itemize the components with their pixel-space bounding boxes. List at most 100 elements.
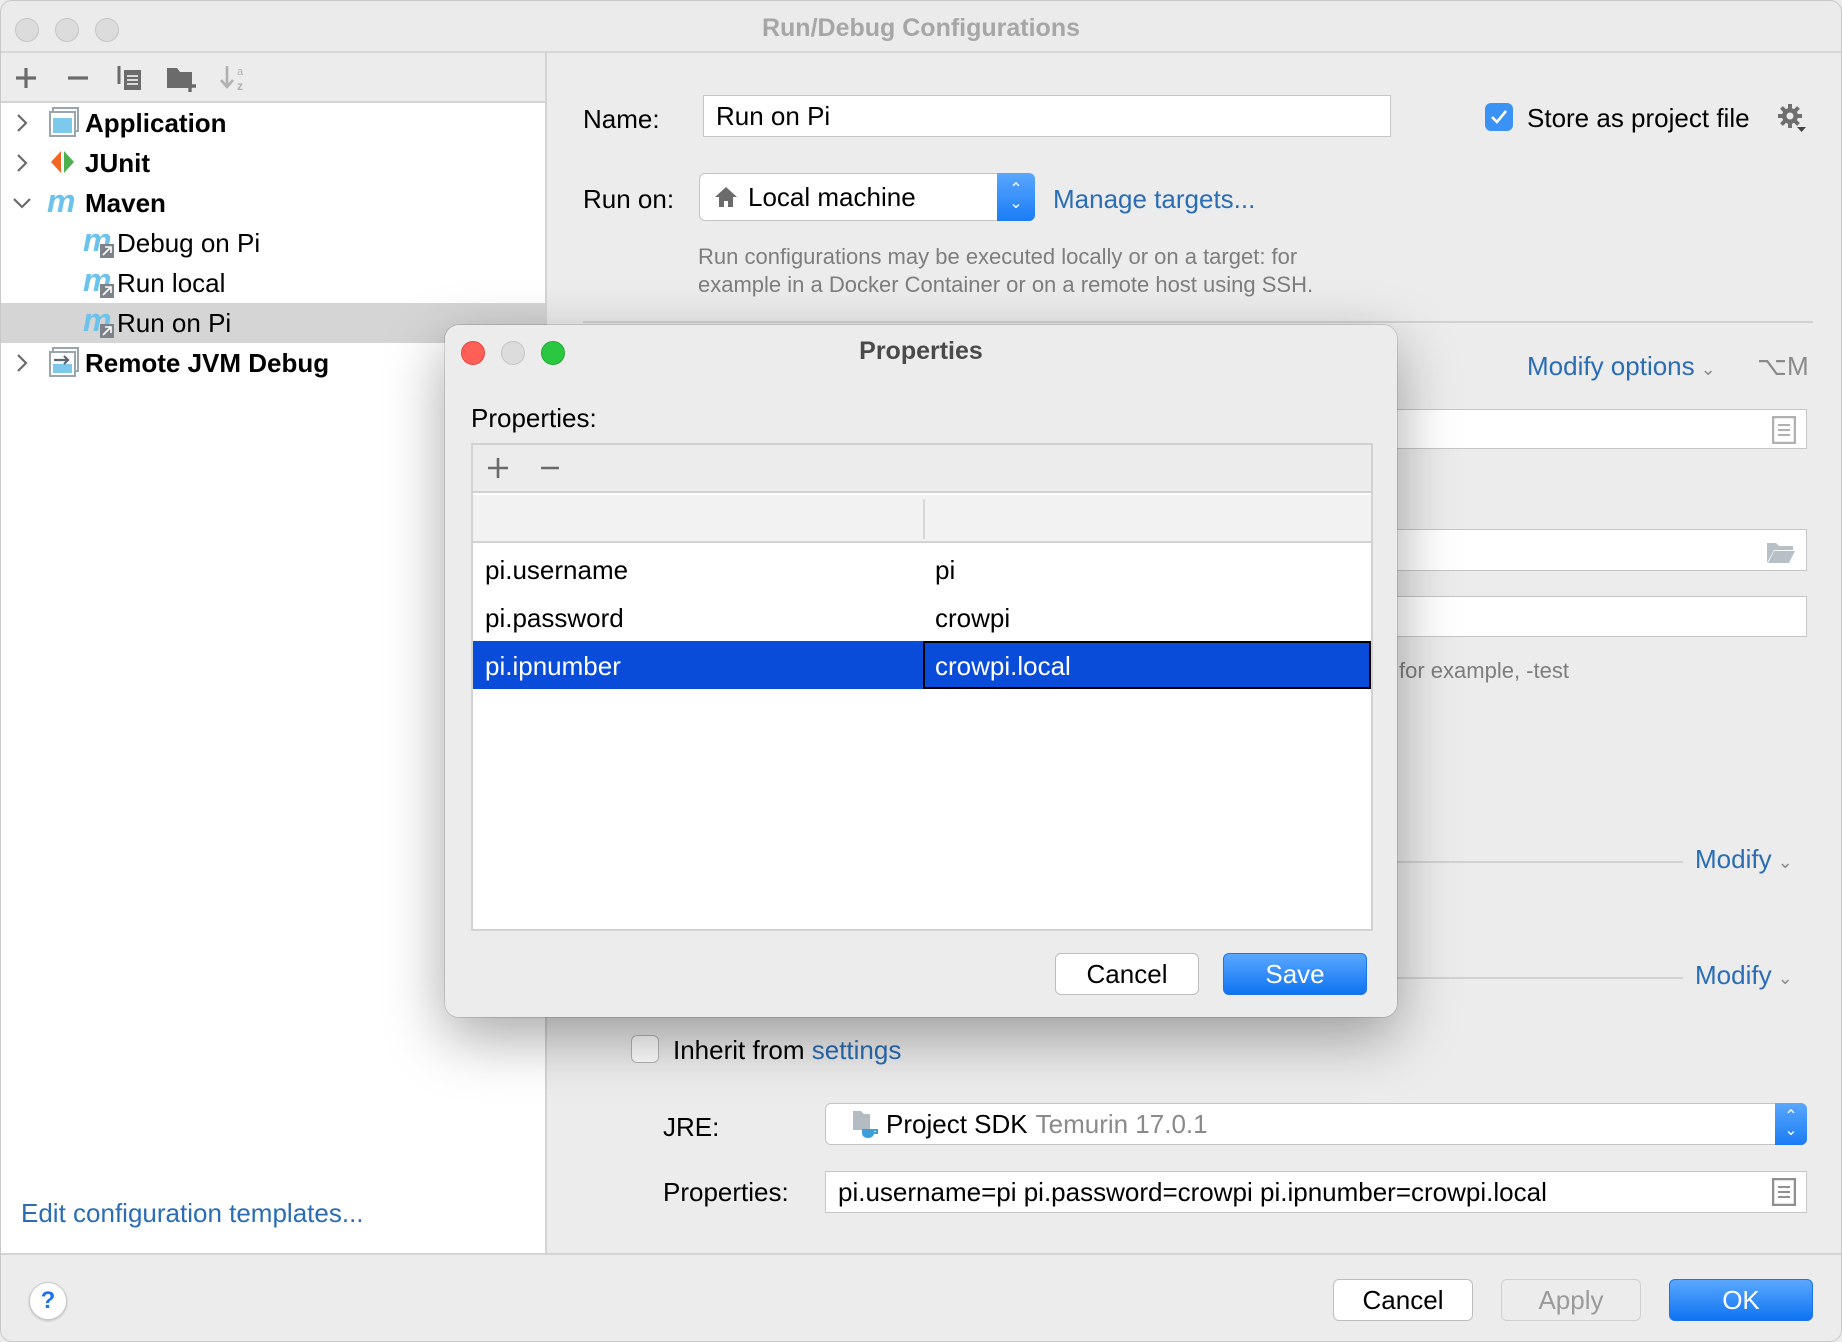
inherit-settings-checkbox[interactable] (631, 1035, 659, 1063)
sort-alpha-icon: az (220, 66, 244, 93)
remove-configuration-button[interactable] (61, 61, 95, 95)
modify-label: Modify (1695, 844, 1772, 874)
tree-item-label: Debug on Pi (117, 227, 261, 258)
run-on-value: Local machine (748, 181, 916, 212)
properties-input-value: pi.username=pi pi.password=crowpi pi.ipn… (838, 1176, 1547, 1207)
modify-options-shortcut: ⌥M (1757, 351, 1809, 381)
maven-run-config-icon: m (83, 222, 115, 259)
settings-link[interactable]: settings (812, 1035, 902, 1065)
chevron-down-icon: ⌄ (1777, 968, 1793, 988)
application-icon (49, 107, 81, 139)
tree-item-label: Application (85, 107, 227, 138)
tree-item-run-local[interactable]: m Run local (1, 262, 545, 303)
title-bar: Run/Debug Configurations (1, 1, 1841, 53)
dialog-save-button[interactable]: Save (1223, 953, 1367, 995)
inherit-settings-label: Inherit from settings (673, 1035, 901, 1066)
gear-icon[interactable] (1777, 103, 1807, 133)
table-header (473, 495, 1371, 543)
working-directory-input[interactable] (1391, 529, 1807, 571)
name-input[interactable]: Run on Pi (703, 95, 1391, 137)
sort-configurations-button[interactable]: az (217, 61, 251, 95)
chevron-right-icon[interactable] (11, 152, 33, 174)
help-button[interactable]: ? (29, 1282, 67, 1320)
maven-run-config-icon: m (83, 262, 115, 299)
tree-item-maven[interactable]: m Maven (1, 183, 545, 223)
command-line-input[interactable] (1391, 409, 1807, 449)
remove-icon (68, 76, 88, 80)
modify-options-button[interactable]: Modify options ⌄ (1527, 351, 1716, 382)
select-arrows-icon: ⌃ ⌄ (997, 173, 1035, 221)
maven-run-config-icon: m (83, 302, 115, 339)
property-value[interactable]: pi (935, 555, 955, 586)
chevron-down-icon[interactable] (11, 192, 33, 214)
property-key[interactable]: pi.password (485, 603, 624, 634)
focused-cell[interactable]: crowpi.local (923, 641, 1371, 689)
new-folder-button[interactable] (165, 61, 199, 95)
svg-text:z: z (237, 79, 243, 93)
expand-text-icon[interactable] (1772, 1178, 1796, 1206)
junit-icon (49, 149, 81, 181)
profiles-hint: for example, -test (1399, 658, 1569, 683)
property-value[interactable]: crowpi (935, 603, 1010, 634)
chevron-down-icon: ⌄ (1700, 359, 1716, 379)
manage-targets-link[interactable]: Manage targets... (1053, 184, 1255, 215)
jre-select[interactable]: Project SDK Temurin 17.0.1 ⌃ ⌄ (825, 1103, 1807, 1145)
chevron-down-icon: ⌄ (1777, 852, 1793, 872)
chevron-right-icon[interactable] (11, 112, 33, 134)
add-configuration-button[interactable] (9, 61, 43, 95)
tree-item-label: Maven (85, 187, 166, 218)
section-divider (1397, 977, 1683, 979)
remove-icon (541, 466, 559, 470)
profiles-input[interactable] (1391, 596, 1807, 637)
modify-button-2[interactable]: Modify ⌄ (1695, 960, 1793, 991)
tree-item-application[interactable]: Application (1, 103, 545, 143)
run-on-select[interactable]: Local machine ⌃ ⌄ (699, 173, 1035, 221)
dialog-cancel-button[interactable]: Cancel (1055, 953, 1199, 995)
name-input-value: Run on Pi (716, 100, 831, 131)
name-label: Name: (583, 104, 660, 134)
copy-configuration-button[interactable] (113, 61, 147, 95)
expand-text-icon (1772, 416, 1796, 444)
property-key[interactable]: pi.username (485, 555, 628, 586)
section-divider (1397, 861, 1683, 863)
table-row[interactable]: pi.username pi (473, 545, 1371, 593)
run-on-label: Run on: (583, 184, 675, 214)
modify-label: Modify (1695, 960, 1772, 990)
modify-options-label: Modify options (1527, 351, 1695, 381)
home-icon (715, 187, 737, 207)
copy-icon (117, 66, 141, 90)
property-value[interactable]: crowpi.local (935, 651, 1071, 682)
run-on-hint-line1: Run configurations may be executed local… (698, 244, 1298, 269)
apply-button[interactable]: Apply (1501, 1279, 1641, 1321)
edit-configuration-templates-link[interactable]: Edit configuration templates... (21, 1198, 364, 1229)
cancel-button[interactable]: Cancel (1333, 1279, 1473, 1321)
checkmark-icon (1491, 110, 1508, 124)
store-as-project-file-checkbox[interactable] (1485, 103, 1513, 131)
jre-detail: Temurin 17.0.1 (1035, 1108, 1208, 1139)
properties-table: pi.username pi pi.password crowpi pi.ipn… (471, 443, 1373, 931)
table-row-selected[interactable]: pi.ipnumber crowpi.local (473, 641, 1371, 689)
tree-item-label: Run local (117, 267, 226, 298)
modify-button-1[interactable]: Modify ⌄ (1695, 844, 1793, 875)
new-folder-icon (167, 68, 196, 92)
tree-item-debug-on-pi[interactable]: m Debug on Pi (1, 222, 545, 263)
column-divider[interactable] (923, 499, 925, 539)
sidebar-toolbar: az (1, 53, 545, 103)
properties-input[interactable]: pi.username=pi pi.password=crowpi pi.ipn… (825, 1171, 1807, 1213)
property-key[interactable]: pi.ipnumber (485, 651, 621, 682)
tree-item-label: Run on Pi (117, 307, 232, 338)
folder-open-icon (1767, 543, 1795, 563)
run-debug-configurations-window: Run/Debug Configurations az Application … (0, 0, 1842, 1342)
tree-item-junit[interactable]: JUnit (1, 143, 545, 183)
remove-property-button[interactable] (535, 451, 565, 485)
tree-item-label: JUnit (85, 147, 150, 178)
jre-value: Project SDK (886, 1108, 1028, 1139)
tree-item-label: Remote JVM Debug (85, 347, 330, 378)
ok-button[interactable]: OK (1669, 1279, 1813, 1321)
table-row[interactable]: pi.password crowpi (473, 593, 1371, 641)
chevron-right-icon[interactable] (11, 352, 33, 374)
add-property-button[interactable] (483, 451, 513, 485)
properties-dialog: Properties Properties: pi.username pi pi… (445, 325, 1397, 1017)
maven-icon: m (47, 183, 79, 219)
table-toolbar (473, 445, 1371, 493)
